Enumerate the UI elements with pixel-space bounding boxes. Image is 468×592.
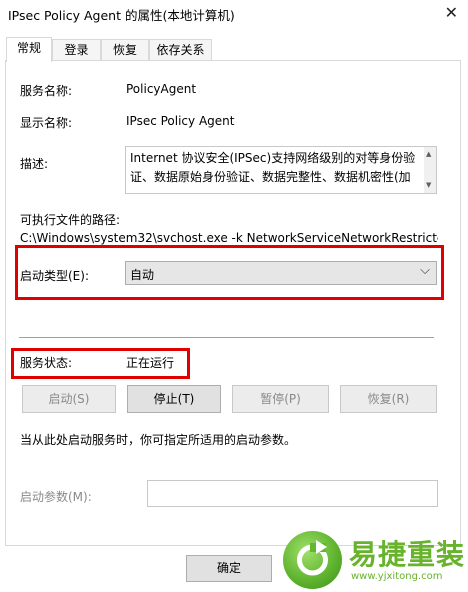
watermark: 易捷重装 www.yjxitong.com bbox=[283, 531, 468, 590]
tab-logon[interactable]: 登录 bbox=[52, 39, 101, 61]
description-text: Internet 协议安全(IPSec)支持网络级别的对等身份验证、数据原始身份… bbox=[130, 151, 416, 184]
start-button[interactable]: 启动(S) bbox=[22, 385, 116, 413]
service-properties-dialog: IPsec Policy Agent 的属性(本地计算机) ✕ 常规 登录 恢复… bbox=[0, 0, 468, 590]
close-icon[interactable]: ✕ bbox=[445, 3, 458, 22]
start-params-note: 当从此处启动服务时，你可指定所适用的启动参数。 bbox=[20, 433, 297, 447]
scroll-up-icon[interactable]: ▲ bbox=[426, 150, 431, 158]
description-scrollbar[interactable]: ▲ ▼ bbox=[424, 147, 436, 193]
refresh-arrow-icon bbox=[297, 540, 328, 576]
service-status-highlight bbox=[11, 348, 190, 379]
startup-type-highlight bbox=[15, 245, 444, 300]
stop-button[interactable]: 停止(T) bbox=[127, 385, 221, 413]
watermark-url: www.yjxitong.com bbox=[351, 571, 443, 582]
refresh-circle-icon bbox=[283, 531, 342, 589]
display-name-label: 显示名称: bbox=[20, 116, 73, 130]
tab-general[interactable]: 常规 bbox=[6, 37, 52, 62]
display-name-value: IPsec Policy Agent bbox=[126, 114, 235, 128]
start-params-input[interactable] bbox=[147, 480, 438, 507]
separator bbox=[19, 337, 434, 338]
service-name-value: PolicyAgent bbox=[126, 82, 197, 96]
title-bar: IPsec Policy Agent 的属性(本地计算机) ✕ bbox=[0, 0, 468, 26]
ok-button[interactable]: 确定 bbox=[186, 555, 272, 582]
start-params-label: 启动参数(M): bbox=[20, 490, 92, 504]
general-tab-panel bbox=[5, 60, 461, 546]
watermark-title: 易捷重装 bbox=[349, 538, 466, 571]
resume-button[interactable]: 恢复(R) bbox=[340, 385, 437, 413]
window-title: IPsec Policy Agent 的属性(本地计算机) bbox=[8, 8, 235, 23]
service-name-label: 服务名称: bbox=[20, 84, 73, 98]
tab-recovery[interactable]: 恢复 bbox=[101, 39, 149, 61]
pause-button[interactable]: 暂停(P) bbox=[232, 385, 329, 413]
executable-path: C:\Windows\system32\svchost.exe -k Netwo… bbox=[20, 231, 438, 245]
description-label: 描述: bbox=[20, 157, 49, 171]
scroll-down-icon[interactable]: ▼ bbox=[426, 181, 431, 189]
tab-dependencies[interactable]: 依存关系 bbox=[149, 39, 212, 61]
description-textbox[interactable]: Internet 协议安全(IPSec)支持网络级别的对等身份验证、数据原始身份… bbox=[125, 146, 437, 194]
path-label: 可执行文件的路径: bbox=[20, 213, 121, 227]
